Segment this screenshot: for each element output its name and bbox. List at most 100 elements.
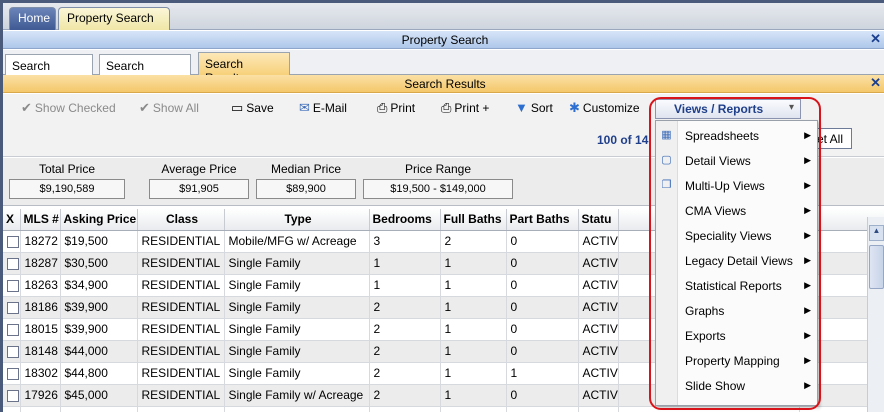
row-checkbox[interactable]: [7, 279, 19, 292]
cell-mls: 18186: [20, 296, 61, 319]
cell-status: ACTIV: [578, 230, 619, 253]
cell-bedrooms: 3: [369, 230, 441, 253]
sub-tab-strip: Search Criteria Search Results Search Re…: [3, 50, 884, 87]
cell-bedrooms: 1: [369, 274, 441, 297]
col-header-select[interactable]: X: [3, 209, 21, 231]
row-checkbox[interactable]: [7, 301, 19, 314]
col-header-part-baths[interactable]: Part Baths: [506, 209, 579, 231]
table-row[interactable]: 19207$45,000RESIDENTIALSingle Family211A…: [3, 406, 884, 412]
cell-part-baths: 0: [506, 296, 579, 319]
tab-property-search[interactable]: Property Search: [58, 7, 170, 30]
tab-home[interactable]: Home: [9, 7, 56, 30]
cell-asking-price: $34,900: [60, 274, 138, 297]
cell-full-baths: 1: [440, 384, 507, 407]
menu-item-slide-show[interactable]: Slide Show ▶: [656, 375, 819, 400]
tab-search-results-active[interactable]: Search Results: [198, 52, 290, 85]
row-checkbox[interactable]: [7, 257, 19, 270]
scroll-up-icon[interactable]: ▲: [869, 225, 884, 241]
cell-asking-price: $39,900: [60, 296, 138, 319]
cell-type: Mobile/MFG w/ Acreage: [224, 230, 370, 253]
print-button[interactable]: ⎙ Print: [377, 100, 415, 116]
views-reports-dropdown[interactable]: Views / Reports ▾: [655, 99, 801, 119]
submenu-arrow-icon: ▶: [804, 330, 811, 340]
cell-class: RESIDENTIAL: [137, 296, 225, 319]
menu-item-label: Graphs: [685, 304, 725, 318]
cell-status: ACTIV: [578, 384, 619, 407]
cell-asking-price: $44,800: [60, 362, 138, 385]
menu-item-label: Detail Views: [685, 154, 751, 168]
cell-mls: 18263: [20, 274, 61, 297]
close-icon[interactable]: ✕: [870, 75, 881, 91]
cell-type: Single Family: [224, 406, 370, 412]
col-header-status[interactable]: Statu: [578, 209, 619, 231]
row-checkbox[interactable]: [7, 345, 19, 358]
menu-item-multi-up-views[interactable]: ❐ Multi-Up Views ▶: [656, 175, 819, 200]
total-price-stat: Total Price $9,190,589: [9, 162, 125, 199]
cell-type: Single Family: [224, 362, 370, 385]
col-header-asking-price[interactable]: Asking Price: [60, 209, 138, 231]
menu-item-exports[interactable]: Exports ▶: [656, 325, 819, 350]
document-icon: ▢: [661, 154, 672, 166]
menu-item-spreadsheets[interactable]: ▦ Spreadsheets ▶: [656, 125, 819, 150]
cell-full-baths: 1: [440, 406, 507, 412]
row-checkbox[interactable]: [7, 367, 19, 380]
save-button[interactable]: ▭ Save: [231, 100, 274, 116]
cell-part-baths: 0: [506, 252, 579, 275]
cell-asking-price: $39,900: [60, 318, 138, 341]
col-header-mls[interactable]: MLS #: [20, 209, 61, 231]
row-checkbox[interactable]: [7, 235, 19, 248]
vertical-scrollbar[interactable]: ▲: [867, 217, 884, 412]
cell-full-baths: 2: [440, 230, 507, 253]
row-checkbox-cell: [3, 340, 21, 363]
row-checkbox-cell: [3, 274, 21, 297]
sort-button[interactable]: ▼ Sort: [515, 100, 553, 115]
tab-search-results[interactable]: Search Results: [99, 54, 191, 87]
show-checked-button[interactable]: ✔ Show Checked: [21, 100, 116, 116]
cell-bedrooms: 2: [369, 318, 441, 341]
col-header-class[interactable]: Class: [137, 209, 225, 231]
cell-part-baths: 0: [506, 274, 579, 297]
cell-part-baths: 1: [506, 406, 579, 412]
close-icon[interactable]: ✕: [870, 31, 881, 47]
average-price-stat: Average Price $91,905: [149, 162, 249, 199]
cell-part-baths: 0: [506, 384, 579, 407]
cell-full-baths: 1: [440, 252, 507, 275]
tab-search-criteria[interactable]: Search Criteria: [5, 54, 93, 87]
row-checkbox[interactable]: [7, 389, 19, 402]
cell-status: ACTIV: [578, 318, 619, 341]
customize-button[interactable]: ✱ Customize: [569, 100, 640, 116]
scroll-thumb[interactable]: [869, 245, 884, 289]
menu-item-statistical-reports[interactable]: Statistical Reports ▶: [656, 275, 819, 300]
menu-item-legacy-detail-views[interactable]: Legacy Detail Views ▶: [656, 250, 819, 275]
cell-bedrooms: 2: [369, 340, 441, 363]
submenu-arrow-icon: ▶: [804, 155, 811, 165]
col-header-type[interactable]: Type: [224, 209, 370, 231]
cell-type: Single Family: [224, 318, 370, 341]
col-header-full-baths[interactable]: Full Baths: [440, 209, 507, 231]
row-checkbox-cell: [3, 318, 21, 341]
average-price-value: $91,905: [149, 179, 249, 199]
row-checkbox-cell: [3, 384, 21, 407]
row-checkbox[interactable]: [7, 323, 19, 336]
cell-class: RESIDENTIAL: [137, 406, 225, 412]
cell-mls: 17926: [20, 384, 61, 407]
menu-item-detail-views[interactable]: ▢ Detail Views ▶: [656, 150, 819, 175]
price-range-value: $19,500 - $149,000: [363, 179, 513, 199]
cell-part-baths: 0: [506, 230, 579, 253]
printer-icon: ⎙: [441, 100, 452, 115]
menu-item-property-mapping[interactable]: Property Mapping ▶: [656, 350, 819, 375]
print-plus-button[interactable]: ⎙ Print +: [441, 100, 489, 116]
row-checkbox-cell: [3, 230, 21, 253]
menu-item-graphs[interactable]: Graphs ▶: [656, 300, 819, 325]
menu-item-cma-views[interactable]: CMA Views ▶: [656, 200, 819, 225]
cell-status: ACTIVE: [578, 406, 619, 412]
menu-item-label: CMA Views: [685, 204, 747, 218]
cell-full-baths: 1: [440, 296, 507, 319]
col-header-bedrooms[interactable]: Bedrooms: [369, 209, 441, 231]
cell-bedrooms: 2: [369, 296, 441, 319]
cell-mls: 18272: [20, 230, 61, 253]
show-all-button[interactable]: ✔ Show All: [139, 100, 199, 116]
menu-item-label: Multi-Up Views: [685, 179, 765, 193]
email-button[interactable]: ✉ E-Mail: [299, 100, 347, 116]
menu-item-speciality-views[interactable]: Speciality Views ▶: [656, 225, 819, 250]
